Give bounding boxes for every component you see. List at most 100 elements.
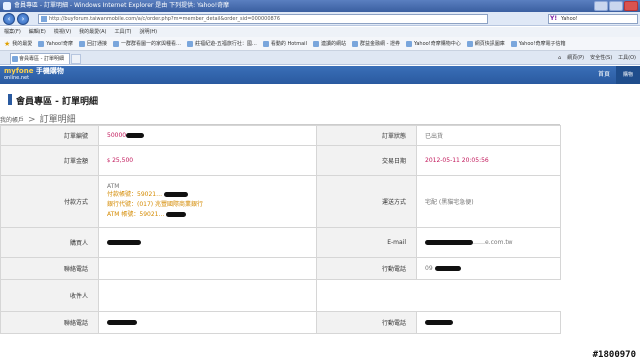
favorite-link[interactable]: Yahoo!奇摩 xyxy=(38,37,73,50)
site-icon xyxy=(510,40,517,47)
empty-cell xyxy=(317,280,417,312)
contact-phone-value-2 xyxy=(98,311,317,334)
payment-atm-account: ATM 帳號：59021… xyxy=(107,211,165,218)
order-detail-table: 訂單編號 50000 訂單狀態 已出貨 訂單金額 $ 25,500 交易日期 2… xyxy=(0,125,561,334)
favorite-link[interactable]: Yahoo!奇摩電子信箱 xyxy=(510,37,566,50)
redaction-mark xyxy=(164,192,189,197)
favorite-label: 網頁快訊圖庫 xyxy=(474,40,505,47)
logo-brand: 手機購物 xyxy=(35,67,64,75)
star-icon: ★ xyxy=(4,39,11,48)
tab-current[interactable]: 會員專區 - 訂單明細 xyxy=(10,53,70,64)
favorite-link[interactable]: 網頁快訊圖庫 xyxy=(466,37,505,50)
menu-view[interactable]: 檢視(V) xyxy=(54,27,71,37)
window-titlebar: 會員專區 - 訂單明細 - Windows Internet Explorer … xyxy=(0,0,640,12)
forward-button[interactable]: › xyxy=(17,13,29,25)
table-row: 聯絡電話 行動電話 09 xyxy=(0,257,561,280)
trade-date-label: 交易日期 xyxy=(316,145,417,176)
favorites-button[interactable]: ★ 我的最愛 xyxy=(4,37,32,50)
close-button[interactable] xyxy=(624,1,638,11)
tab-label: 會員專區 - 訂單明細 xyxy=(19,56,64,62)
payment-account: 付款帳號：59021… xyxy=(107,191,163,198)
site-icon xyxy=(79,40,86,47)
address-text: http://buyforum.taiwanmobile.com/a/c/ord… xyxy=(49,16,281,22)
shipping-value: 宅配 (黑貓宅急便) xyxy=(416,175,561,228)
search-placeholder: Yahoo! xyxy=(561,16,578,22)
table-row: 收件人 xyxy=(0,279,561,312)
order-no-cell: 50000 xyxy=(98,125,317,146)
site-logo[interactable]: myfone 手機購物 online.net xyxy=(4,68,64,82)
favorite-link[interactable]: 莊福紀遊-五福旅行社：國… xyxy=(187,37,257,50)
table-row: 訂單編號 50000 訂單狀態 已出貨 xyxy=(0,125,561,146)
amount-label: 訂單金額 xyxy=(0,145,99,176)
favorite-label: 回訂通接 xyxy=(87,40,108,47)
site-header: myfone 手機購物 online.net 首頁 購物 xyxy=(0,66,640,84)
email-cell: ……e.com.tw xyxy=(416,227,561,258)
favorite-label: 連讀的網站 xyxy=(320,40,346,47)
site-icon xyxy=(405,40,412,47)
favorite-link[interactable]: 回訂通接 xyxy=(79,37,107,50)
search-input[interactable]: Y! Yahoo! xyxy=(548,14,638,24)
back-button[interactable]: ‹ xyxy=(3,13,15,25)
favorite-label: Yahoo!奇摩電子信箱 xyxy=(518,40,566,47)
favorites-bar: ★ 我的最愛 Yahoo!奇摩 回訂通接 一群群看圖一的家與種看… 莊福紀遊-五福… xyxy=(0,37,640,51)
amount-currency: $ xyxy=(107,158,111,164)
menu-edit[interactable]: 編輯(E) xyxy=(29,27,46,37)
favorite-label: 莊福紀遊-五福旅行社：國… xyxy=(195,40,257,47)
site-icon xyxy=(187,40,194,47)
payment-line-2: 銀行代號：(017) 兆豐國際商業銀行 xyxy=(107,201,204,208)
safety-menu[interactable]: 安全性(S) xyxy=(590,53,612,63)
favorite-link[interactable]: 群益金融網 - 證券 xyxy=(351,37,400,50)
shipping-label: 運送方式 xyxy=(316,175,417,228)
maximize-button[interactable] xyxy=(609,1,623,11)
menu-tools[interactable]: 工具(T) xyxy=(115,27,132,37)
logo-sub: online.net xyxy=(4,75,30,81)
mobile-value-2 xyxy=(416,311,561,334)
breadcrumb-root[interactable]: 我的帳戶 xyxy=(0,117,24,124)
status-label: 訂單狀態 xyxy=(316,125,417,146)
menu-help[interactable]: 說明(H) xyxy=(139,27,157,37)
amount-value: 25,500 xyxy=(112,157,134,164)
cart-button[interactable]: 購物 xyxy=(616,66,640,84)
favorite-link[interactable]: 連讀的網站 xyxy=(312,37,346,50)
site-icon xyxy=(312,40,319,47)
new-tab-button[interactable] xyxy=(71,54,81,64)
email-value: ……e.com.tw xyxy=(473,239,513,246)
amount-cell: $ 25,500 xyxy=(98,145,317,176)
page-title: 會員專區 - 訂單明細 xyxy=(8,94,98,107)
page-menu[interactable]: 網頁(P) xyxy=(567,53,584,63)
home-icon[interactable]: ⌂ xyxy=(558,53,561,63)
empty-cell xyxy=(417,280,561,312)
contact-phone-value xyxy=(98,257,317,280)
redaction-mark xyxy=(425,240,473,245)
logo-top: myfone xyxy=(4,67,34,75)
tools-menu[interactable]: 工具(O) xyxy=(618,53,636,63)
mobile-label: 行動電話 xyxy=(316,257,417,280)
favorite-link[interactable]: Yahoo!奇摩購物中心 xyxy=(405,37,461,50)
redaction-mark xyxy=(126,133,145,138)
home-link[interactable]: 首頁 xyxy=(598,70,610,80)
window-controls xyxy=(594,1,638,11)
site-icon xyxy=(466,40,473,47)
page-icon xyxy=(41,16,47,22)
favorite-link[interactable]: 看動的 Hotmail xyxy=(262,37,307,50)
table-row: 訂單金額 $ 25,500 交易日期 2012-05-11 20:05:56 xyxy=(0,145,561,176)
favorite-label: 看動的 Hotmail xyxy=(270,40,307,47)
menu-favorites[interactable]: 我的最愛(A) xyxy=(79,27,106,37)
buyer-label: 購買人 xyxy=(0,227,99,258)
favorites-label: 我的最愛 xyxy=(12,40,33,47)
favorite-label: Yahoo!奇摩 xyxy=(46,40,74,47)
minimize-button[interactable] xyxy=(594,1,608,11)
redaction-mark xyxy=(425,320,453,325)
favorite-link[interactable]: 一群群看圖一的家與種看… xyxy=(113,37,181,50)
table-row: 購買人 E-mail ……e.com.tw xyxy=(0,227,561,258)
address-input[interactable]: http://buyforum.taiwanmobile.com/a/c/ord… xyxy=(38,14,488,24)
ie-icon xyxy=(3,2,11,10)
redaction-mark xyxy=(434,266,461,271)
recipient-value xyxy=(98,279,317,312)
buyer-cell xyxy=(98,227,317,258)
menu-file[interactable]: 檔案(F) xyxy=(4,27,21,37)
redaction-mark xyxy=(107,240,141,245)
email-label: E-mail xyxy=(316,227,417,258)
table-row: 聯絡電話 行動電話 xyxy=(0,311,561,334)
favorite-label: 群益金融網 - 證券 xyxy=(359,40,400,47)
